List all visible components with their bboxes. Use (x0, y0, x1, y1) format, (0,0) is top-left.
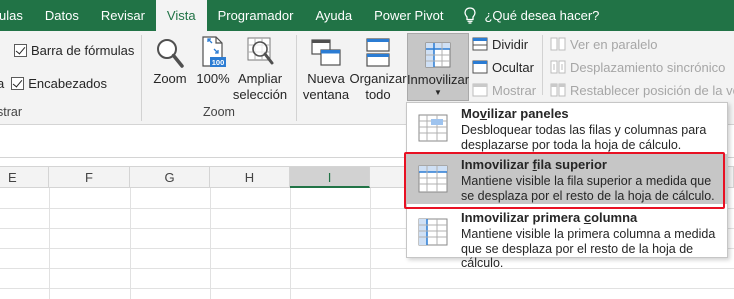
hide-window-label: Ocultar (492, 59, 534, 75)
unhide-window-label: Mostrar (492, 82, 537, 98)
tab-vista[interactable]: Vista (155, 0, 207, 31)
menu-item-title: Inmovilizar primera columna (461, 210, 638, 225)
row-gridline (0, 288, 734, 289)
highlight-annotation-box (404, 152, 725, 209)
formula-bar-label: Barra de fórmulas (31, 43, 135, 58)
column-header-label: H (244, 170, 255, 185)
new-window-button[interactable]: Nueva ventana (302, 33, 350, 103)
column-header-label: F (85, 170, 93, 185)
column-gridline (49, 188, 50, 299)
arrange-all-label-1: Organizar (349, 71, 407, 86)
zoom-button[interactable]: Zoom (148, 33, 192, 103)
zoom-selection-label-1: Ampliar (237, 71, 283, 86)
arrange-all-icon (366, 38, 390, 67)
group-label-show: strar (0, 105, 22, 119)
group-label-zoom: Zoom (203, 105, 235, 119)
checkbox-checked-icon (11, 77, 25, 90)
view-side-by-side-button[interactable]: Ver en paralelo (550, 33, 657, 55)
synchronous-scrolling-label: Desplazamiento sincrónico (570, 59, 726, 75)
menu-item-unfreeze-panes[interactable]: Movilizar paneles Desbloquear todas las … (407, 103, 727, 153)
lightbulb-icon (464, 7, 477, 24)
excel-window: ulas Datos Revisar Vista Programador Ayu… (0, 0, 734, 299)
view-side-by-side-label: Ver en paralelo (570, 36, 658, 52)
reset-window-position-button[interactable]: Restablecer posición de la venta (550, 79, 734, 101)
gridlines-label-fragment: a (0, 76, 5, 91)
column-header-f[interactable]: F (49, 166, 130, 188)
tab-ayuda[interactable]: Ayuda (304, 0, 363, 31)
zoom-100-badge: 100 (212, 58, 225, 67)
menu-item-title: Movilizar paneles (461, 106, 569, 121)
tab-revisar[interactable]: Revisar (90, 0, 156, 31)
column-header-label: E (8, 170, 17, 185)
split-icon (472, 37, 488, 51)
checkbox-checked-icon (14, 44, 27, 57)
chevron-down-icon: ▼ (434, 88, 442, 97)
headings-checkbox[interactable]: a Encabezados (0, 76, 107, 91)
reset-position-icon (550, 83, 566, 97)
magnifier-icon (157, 39, 184, 68)
new-window-label-2: ventana (302, 87, 350, 102)
column-header-label: G (164, 170, 175, 185)
zoom-label: Zoom (153, 71, 187, 86)
zoom-selection-label-2: selección (232, 87, 288, 102)
formula-bar-checkbox[interactable]: Barra de fórmulas (14, 43, 134, 58)
group-separator (542, 35, 543, 95)
group-separator (296, 35, 297, 121)
arrange-all-button[interactable]: Organizar todo (349, 33, 407, 103)
freeze-first-column-icon (418, 218, 448, 246)
column-header-g[interactable]: G (130, 166, 210, 188)
column-gridline (210, 188, 211, 299)
menu-item-description: Desbloquear todas las filas y columnas p… (461, 123, 707, 152)
group-separator (141, 35, 142, 121)
freeze-panes-icon (425, 42, 451, 68)
tell-me-search[interactable]: ¿Qué desea hacer? (454, 7, 599, 24)
unhide-window-button[interactable]: Mostrar (472, 79, 536, 101)
zoom-selection-icon (247, 37, 274, 65)
side-by-side-icon (550, 37, 566, 51)
column-header-e[interactable]: E (0, 166, 49, 188)
zoom-100-icon: 100 (202, 36, 226, 67)
menu-item-description: Mantiene visible la primera columna a me… (461, 227, 716, 270)
tab-datos[interactable]: Datos (34, 0, 90, 31)
zoom-to-selection-button[interactable]: Ampliar selección (232, 33, 288, 103)
synchronous-scrolling-button[interactable]: Desplazamiento sincrónico (550, 56, 725, 78)
column-header-i[interactable]: I (290, 166, 370, 188)
ribbon-tab-bar: ulas Datos Revisar Vista Programador Ayu… (0, 0, 734, 31)
freeze-panes-label: Inmovilizar (406, 72, 470, 87)
unfreeze-panes-icon (418, 114, 448, 142)
hide-window-button[interactable]: Ocultar (472, 56, 534, 78)
tab-formulas[interactable]: ulas (0, 0, 34, 31)
headings-label: Encabezados (28, 76, 108, 91)
new-window-icon (311, 39, 341, 66)
column-gridline (290, 188, 291, 299)
tab-programador[interactable]: Programador (207, 0, 305, 31)
tell-me-label: ¿Qué desea hacer? (484, 8, 600, 23)
column-header-h[interactable]: H (210, 166, 290, 188)
hide-window-icon (472, 60, 488, 74)
split-button[interactable]: Dividir (472, 33, 528, 55)
menu-item-freeze-first-column[interactable]: Inmovilizar primera columna Mantiene vis… (407, 207, 727, 270)
zoom-100-button[interactable]: 100 100% (196, 33, 230, 103)
reset-window-position-label: Restablecer posición de la venta (570, 82, 734, 98)
unhide-window-icon (472, 83, 488, 97)
column-header-label: I (327, 170, 332, 185)
arrange-all-label-2: todo (365, 87, 391, 102)
column-gridline (370, 188, 371, 299)
sync-scroll-icon (550, 60, 566, 74)
column-gridline (130, 188, 131, 299)
new-window-label-1: Nueva (307, 71, 345, 86)
tab-power-pivot[interactable]: Power Pivot (363, 0, 454, 31)
freeze-panes-button[interactable]: Inmovilizar ▼ (407, 33, 469, 101)
split-label: Dividir (492, 36, 529, 52)
zoom-100-label: 100% (196, 71, 230, 86)
